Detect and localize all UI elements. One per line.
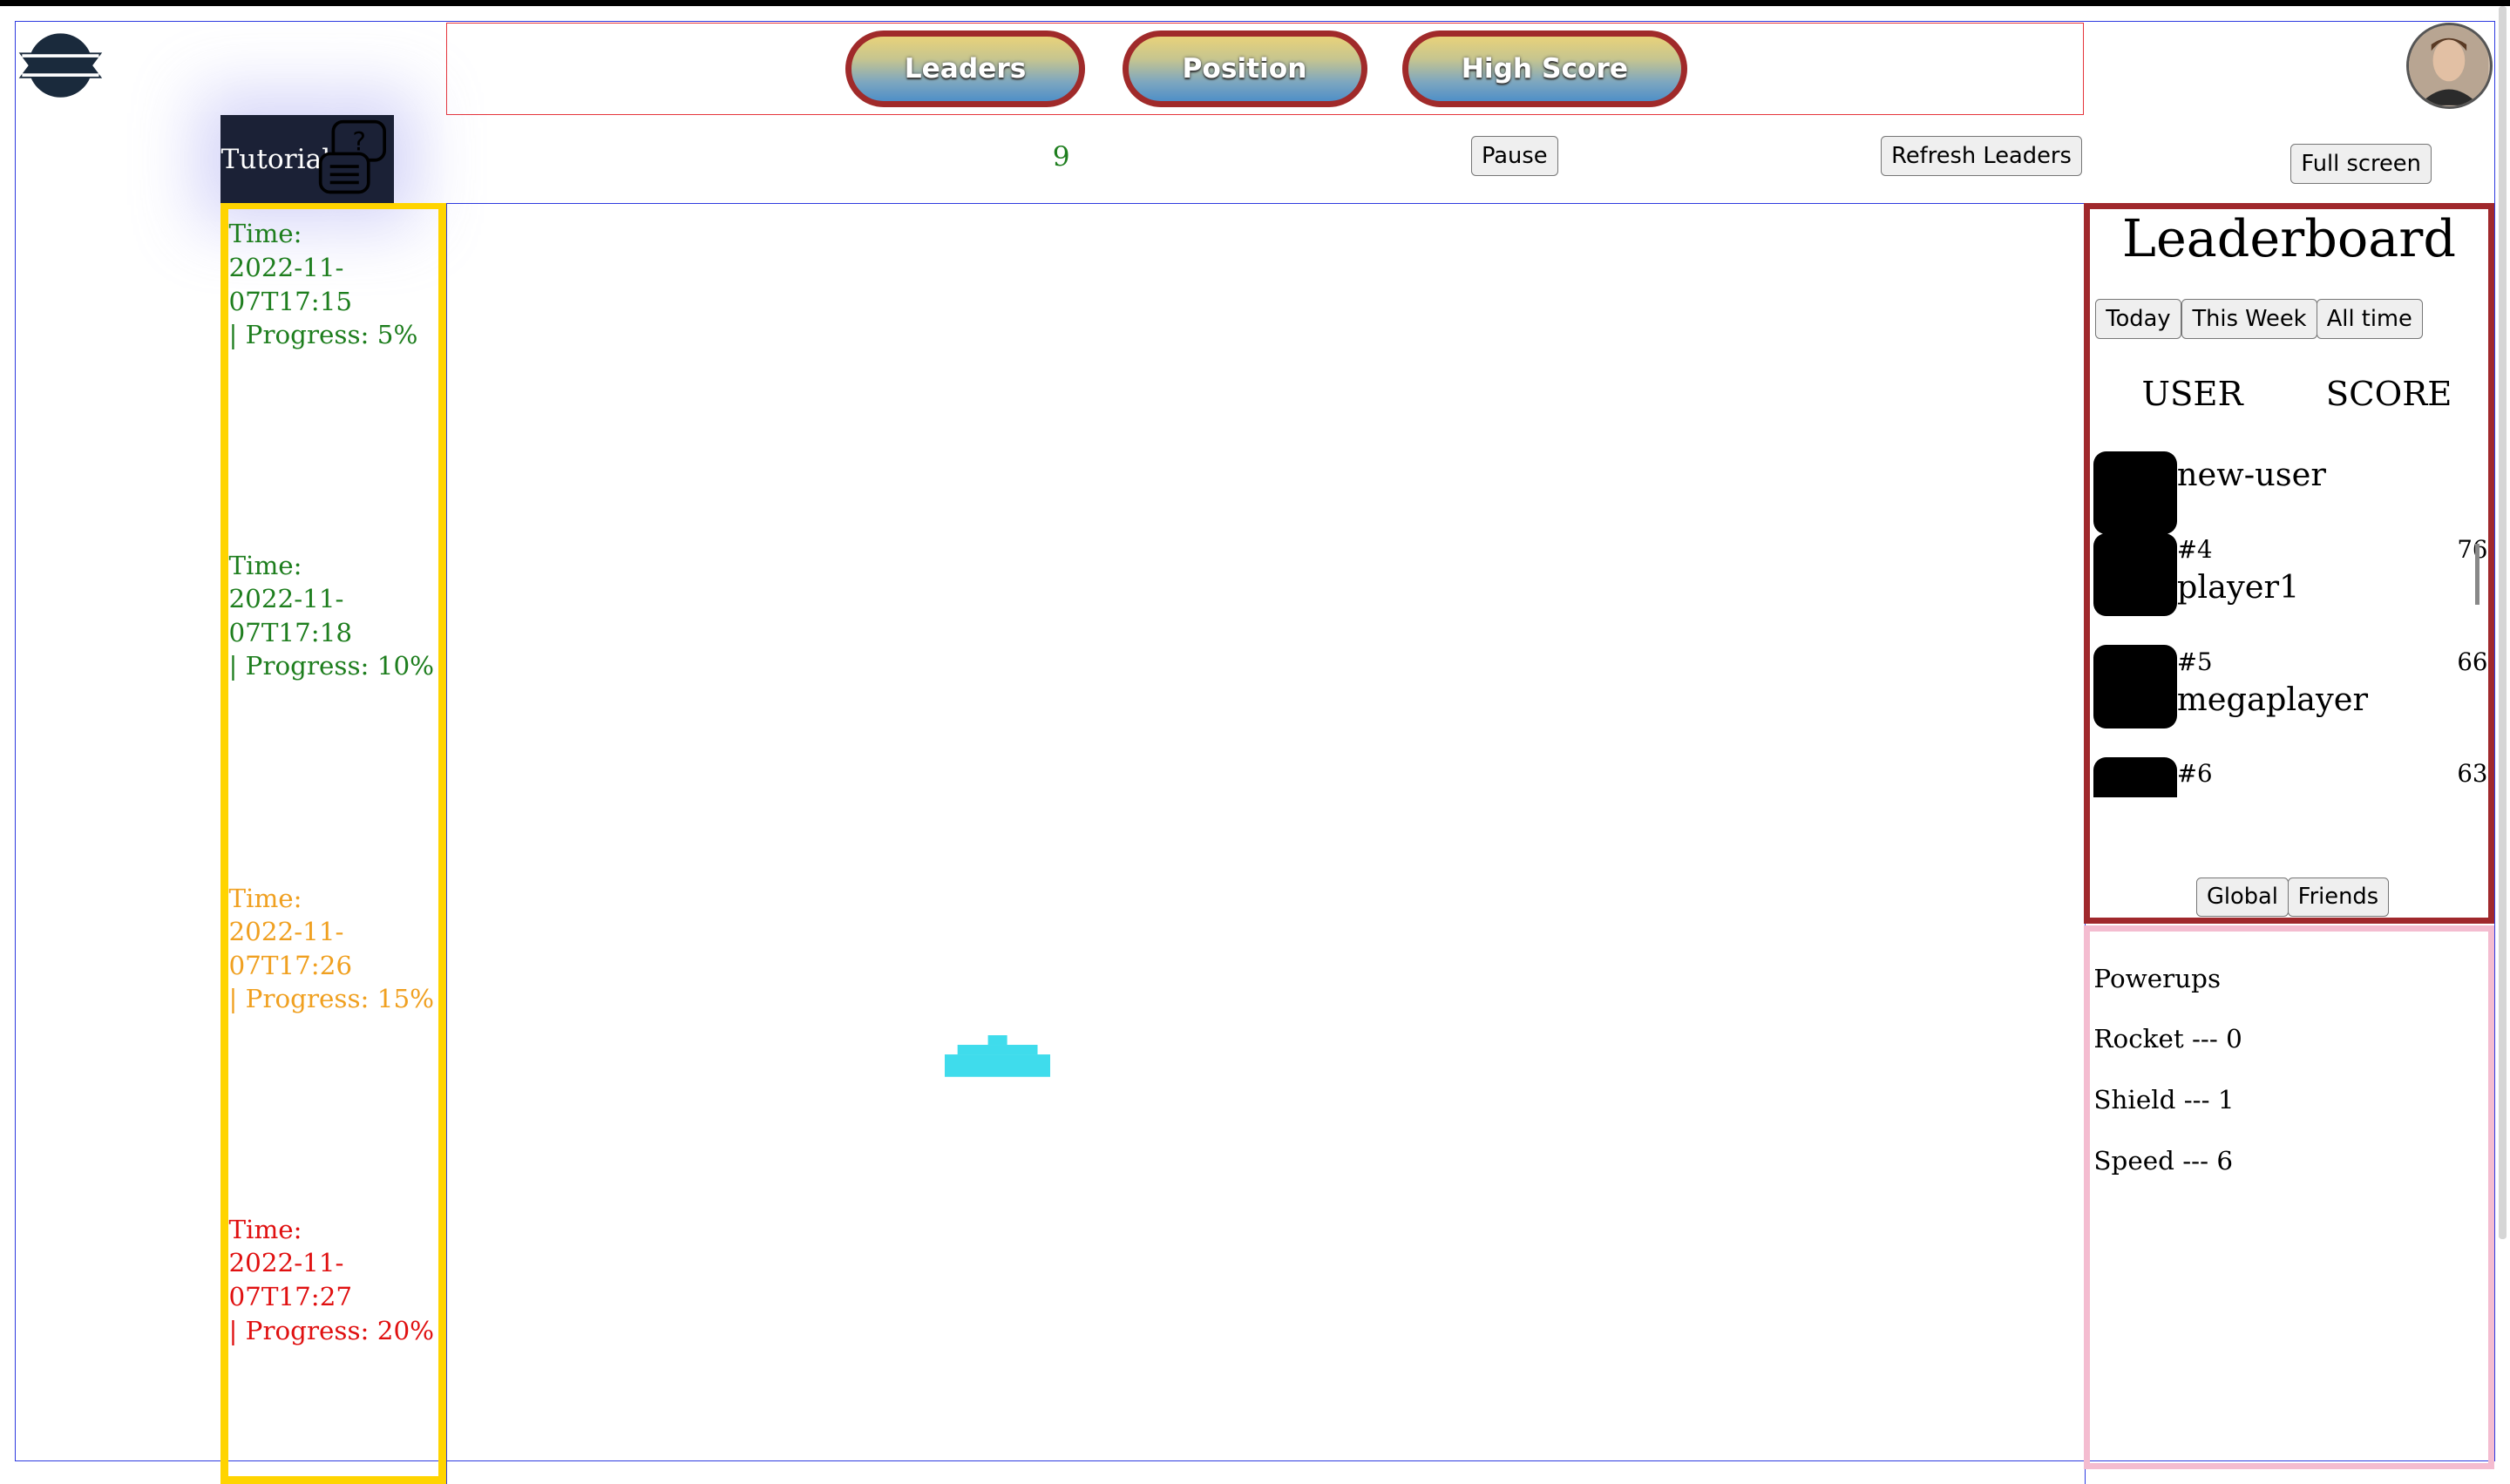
log-entry: Time: 2022-11-07T17:27 | Progress: 20%	[228, 1213, 446, 1347]
log-progress: | Progress: 10%	[228, 651, 435, 681]
filter-this-week-button[interactable]: This Week	[2181, 299, 2317, 340]
log-time-label: Time:	[228, 550, 302, 580]
current-score: 9	[1052, 140, 1070, 173]
refresh-leaders-button[interactable]: Refresh Leaders	[1881, 136, 2082, 177]
avatar	[2093, 532, 2177, 617]
log-time-label: Time:	[228, 219, 302, 249]
powerup-rocket: Rocket --- 0	[2093, 1024, 2242, 1054]
scope-global-button[interactable]: Global	[2195, 877, 2289, 918]
row-rank: #5	[2176, 647, 2213, 676]
log-time: 2022-11-07T17:26	[228, 917, 353, 980]
tab-position-label: Position	[1182, 52, 1307, 85]
log-entry: Time: 2022-11-07T17:26 | Progress: 15%	[228, 882, 446, 1016]
log-time: 2022-11-07T17:27	[228, 1248, 353, 1312]
tab-leaders-label: Leaders	[904, 52, 1027, 85]
powerup-speed: Speed --- 6	[2093, 1146, 2234, 1176]
pause-button[interactable]: Pause	[1470, 136, 1558, 177]
tab-high-score[interactable]: High Score	[1401, 30, 1687, 108]
scope-friends-button[interactable]: Friends	[2287, 877, 2390, 918]
top-edge-bar	[0, 0, 2510, 7]
avatar	[2093, 451, 2177, 535]
filter-today-button[interactable]: Today	[2095, 299, 2181, 340]
row-score: 66	[2457, 647, 2488, 676]
row-score: 76	[2457, 536, 2488, 565]
leaderboard-scrollbar[interactable]	[2474, 544, 2480, 606]
user-avatar[interactable]	[2405, 22, 2493, 109]
avatar	[2093, 756, 2177, 797]
progress-log-panel: Time: 2022-11-07T17:15 | Progress: 5% Ti…	[220, 203, 447, 1484]
row-rank: #6	[2176, 760, 2213, 789]
row-user-name: megaplayer	[2176, 680, 2369, 718]
row-rank: #4	[2176, 536, 2213, 565]
powerup-shield: Shield --- 1	[2093, 1085, 2235, 1115]
column-header-user: USER	[2141, 374, 2243, 414]
tutorial-label: Tutorial	[220, 143, 331, 175]
tutorial-button[interactable]: Tutorial ?	[220, 115, 394, 204]
avatar	[2093, 645, 2177, 728]
powerups-panel	[2084, 925, 2494, 1470]
leaderboard-list[interactable]: new-user #4 player1 76 #5 megaplayer 66 …	[2087, 432, 2487, 797]
log-time: 2022-11-07T17:15	[228, 253, 353, 316]
tab-position[interactable]: Position	[1122, 30, 1367, 108]
log-entry: Time: 2022-11-07T17:15 | Progress: 5%	[228, 217, 446, 351]
row-user-name: player1	[2176, 568, 2300, 606]
logo-emblem-icon	[16, 27, 105, 104]
page-scrollbar[interactable]	[2499, 6, 2507, 1239]
log-time: 2022-11-07T17:18	[228, 584, 353, 647]
log-progress: | Progress: 15%	[228, 984, 435, 1014]
row-score: 63	[2457, 760, 2488, 789]
fullscreen-button[interactable]: Full screen	[2290, 144, 2432, 185]
leaderboard-title: Leaderboard	[2121, 207, 2456, 268]
log-entry: Time: 2022-11-07T17:18 | Progress: 10%	[228, 549, 446, 683]
column-header-score: SCORE	[2325, 374, 2452, 414]
log-progress: | Progress: 20%	[228, 1315, 435, 1345]
tab-leaders[interactable]: Leaders	[845, 30, 1086, 108]
log-progress: | Progress: 5%	[228, 320, 418, 350]
game-canvas[interactable]	[446, 203, 2086, 1484]
spaceship-icon	[944, 1035, 1050, 1083]
powerups-title: Powerups	[2093, 963, 2222, 993]
row-user-name: new-user	[2176, 456, 2326, 494]
tab-high-score-label: High Score	[1461, 52, 1629, 85]
help-chat-icon: ?	[318, 119, 386, 194]
log-time-label: Time:	[228, 1214, 302, 1244]
filter-all-time-button[interactable]: All time	[2316, 299, 2423, 340]
log-time-label: Time:	[228, 883, 302, 913]
